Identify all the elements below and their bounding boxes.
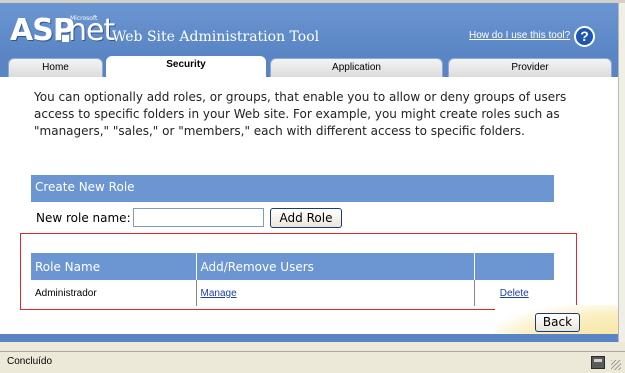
- table-header-row: Role Name Add/Remove Users: [31, 253, 554, 280]
- manage-cell: Manage: [196, 280, 475, 306]
- roles-table: Role Name Add/Remove Users Administrador…: [31, 253, 554, 306]
- delete-link[interactable]: Delete: [500, 288, 529, 299]
- status-text: Concluído: [7, 356, 53, 367]
- network-status-icon: [591, 356, 605, 369]
- status-bar: Concluído: [0, 351, 625, 373]
- role-name-input[interactable]: [133, 208, 264, 227]
- vertical-scrollbar[interactable]: [618, 3, 625, 343]
- tab-provider[interactable]: Provider: [448, 58, 612, 77]
- role-name-label: New role name:: [36, 211, 131, 225]
- intro-text: You can optionally add roles, or groups,…: [34, 90, 567, 138]
- page-title: Web Site Administration Tool: [112, 29, 320, 45]
- create-role-title: Create New Role: [35, 180, 135, 194]
- manage-link[interactable]: Manage: [201, 288, 237, 299]
- create-role-header: Create New Role: [31, 175, 554, 202]
- delete-cell: Delete: [474, 280, 554, 306]
- table-row: Administrador Manage Delete: [31, 280, 554, 306]
- tab-security[interactable]: Security: [106, 56, 266, 77]
- resize-grip-icon[interactable]: [611, 360, 621, 370]
- role-name-cell: Administrador: [31, 280, 197, 306]
- logo-microsoft-text: Microsoft: [70, 15, 98, 22]
- column-header-role-name: Role Name: [31, 253, 197, 280]
- add-role-button[interactable]: Add Role: [270, 208, 342, 228]
- back-button[interactable]: Back: [535, 313, 580, 332]
- help-link[interactable]: How do I use this tool?: [469, 30, 570, 41]
- logo-asp-text: ASP: [10, 13, 75, 48]
- status-separator: [0, 342, 625, 351]
- column-header-add-remove-users: Add/Remove Users: [196, 253, 475, 280]
- column-header-actions: [474, 253, 554, 280]
- footer-bar: [0, 334, 618, 342]
- help-icon[interactable]: ?: [574, 26, 595, 47]
- app-header: ASP net Microsoft Web Site Administratio…: [0, 3, 618, 55]
- tab-home[interactable]: Home: [8, 58, 103, 77]
- tab-application[interactable]: Application: [270, 58, 443, 77]
- tab-strip: Home Security Application Provider: [0, 55, 618, 77]
